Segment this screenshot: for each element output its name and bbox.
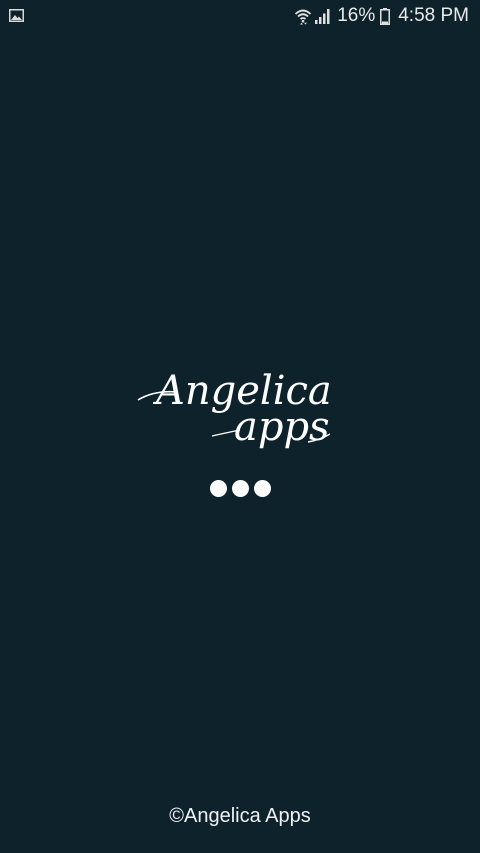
status-icons: 16% 4:58 PM bbox=[294, 0, 469, 32]
status-bar: 16% 4:58 PM bbox=[0, 0, 480, 32]
logo-line-2: apps bbox=[234, 404, 330, 450]
loading-dot bbox=[231, 480, 249, 497]
angelica-apps-logo: Angelica apps bbox=[137, 368, 332, 450]
clock: 4:58 PM bbox=[398, 5, 469, 26]
copyright-text: ©Angelica Apps bbox=[169, 805, 311, 827]
battery-percent: 16% bbox=[337, 5, 376, 26]
loading-indicator bbox=[0, 480, 480, 498]
loading-dot bbox=[209, 480, 227, 497]
gallery-icon bbox=[9, 9, 24, 22]
loading-dot bbox=[253, 480, 271, 497]
battery-icon bbox=[380, 7, 391, 25]
wifi-icon bbox=[295, 9, 312, 25]
signal-icon bbox=[315, 9, 330, 24]
